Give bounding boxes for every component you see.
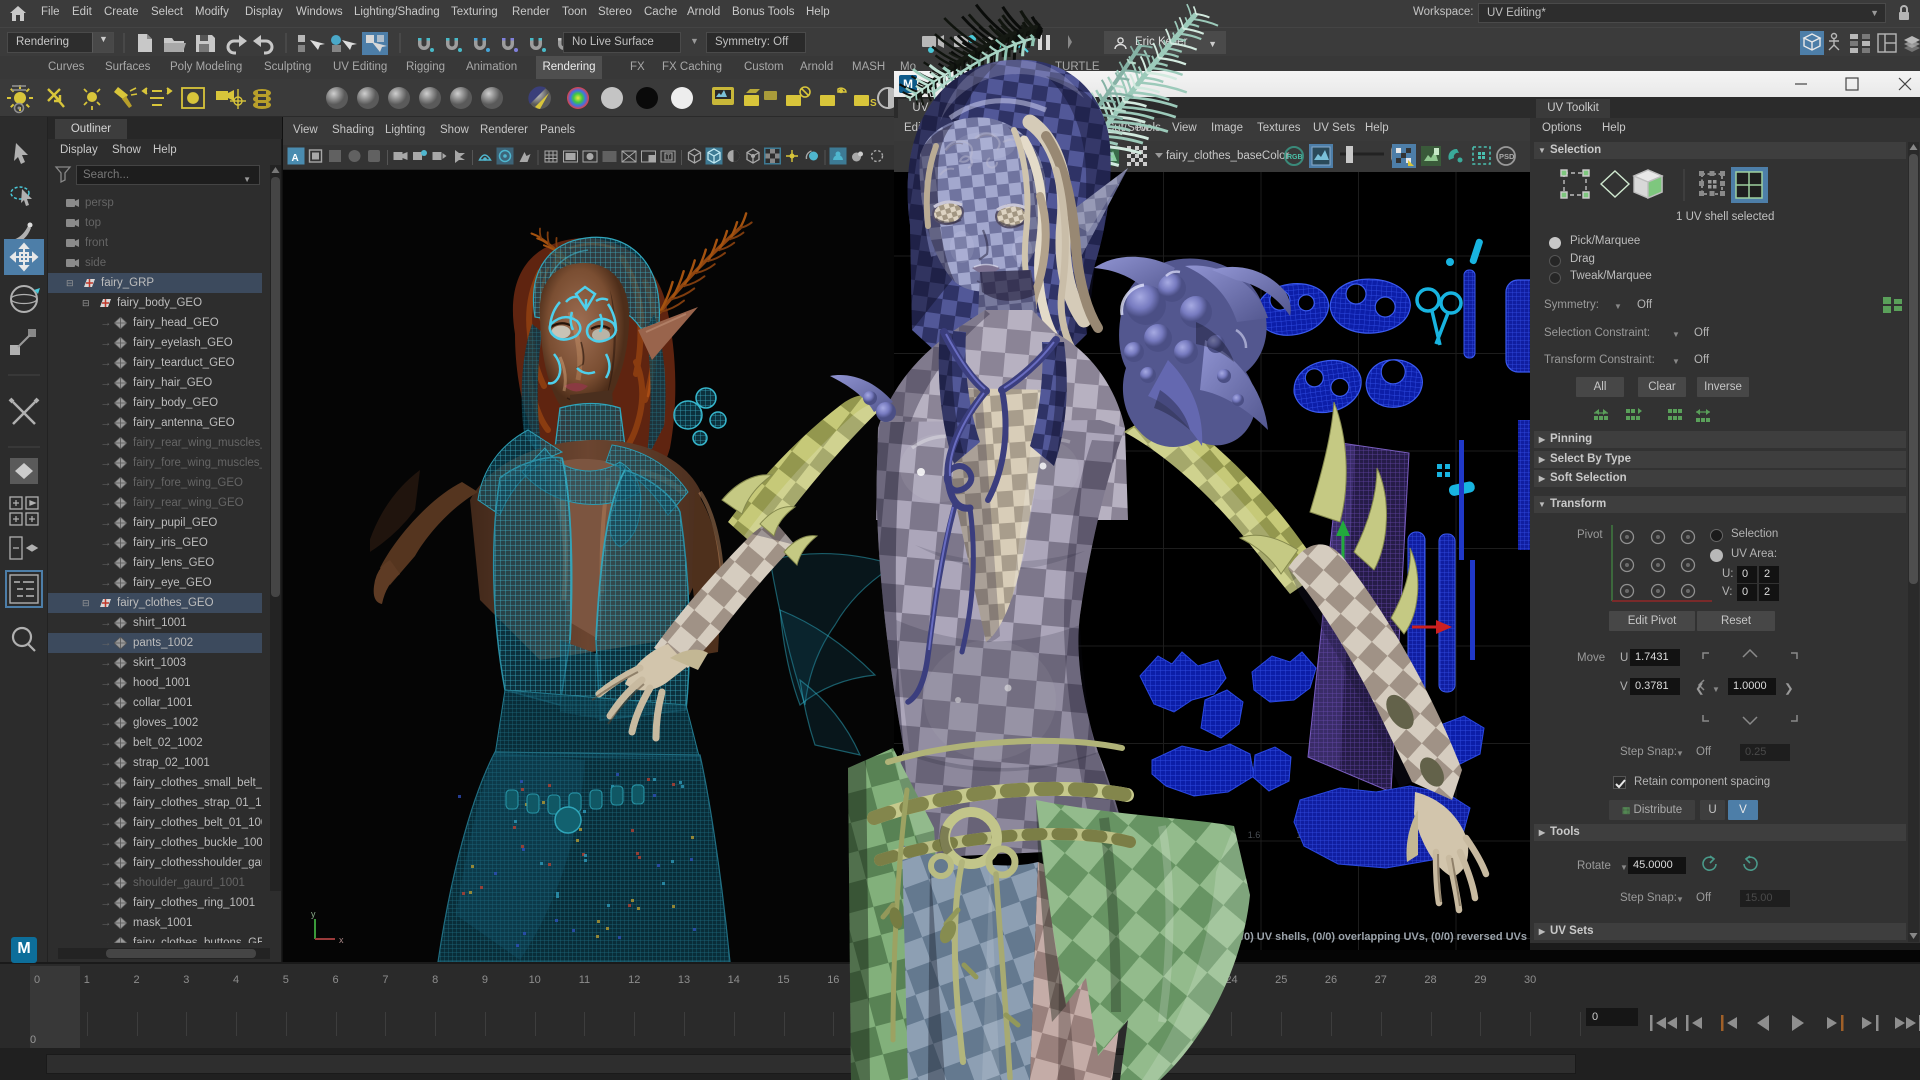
svg-text:x: x bbox=[339, 935, 344, 945]
svg-text:A: A bbox=[292, 153, 299, 164]
svg-text:y: y bbox=[311, 909, 316, 919]
